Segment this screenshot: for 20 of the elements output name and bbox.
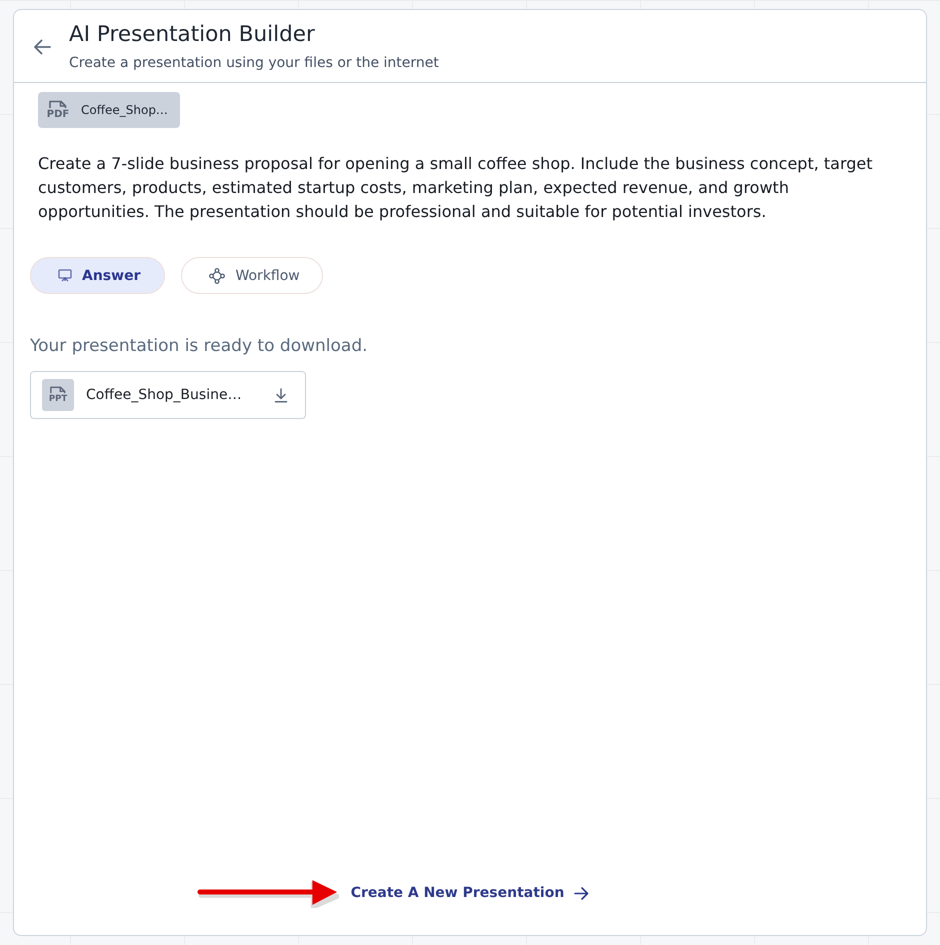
file-card[interactable]: PPT Coffee_Shop_Busine…	[30, 371, 306, 419]
attachment-chip[interactable]: PDF Coffee_Shop…	[38, 92, 180, 128]
file-type-label: PDF	[46, 109, 70, 120]
file-name: Coffee_Shop_Busine…	[86, 387, 243, 403]
answer-tab[interactable]: Answer	[30, 257, 166, 294]
presentation-board-icon	[58, 269, 72, 282]
prompt-text: Create a 7-slide business proposal for opening a small coffee shop. Include the business concept, target customers, products, estimated startup costs, marketing plan, expected revenue, and growth opportunities. The presentation should be professional and suitable for potential investors.	[38, 153, 874, 223]
file-type-label: PPT	[48, 394, 68, 404]
status-message: Your presentation is ready to download.	[30, 335, 369, 358]
page-subtitle: Create a presentation using your files or the internet	[69, 54, 439, 72]
document-icon	[47, 100, 69, 109]
file-name: Coffee_Shop…	[81, 103, 168, 117]
workflow-icon	[209, 268, 226, 284]
back-arrow-icon[interactable]	[33, 39, 51, 55]
workflow-tab[interactable]: Workflow	[181, 257, 323, 294]
download-icon[interactable]	[274, 388, 288, 402]
document-icon	[48, 386, 68, 394]
page-title: AI Presentation Builder	[69, 22, 316, 48]
create-presentation-link[interactable]: Create A New Presentation	[350, 885, 590, 901]
arrow-right-icon	[574, 886, 590, 900]
